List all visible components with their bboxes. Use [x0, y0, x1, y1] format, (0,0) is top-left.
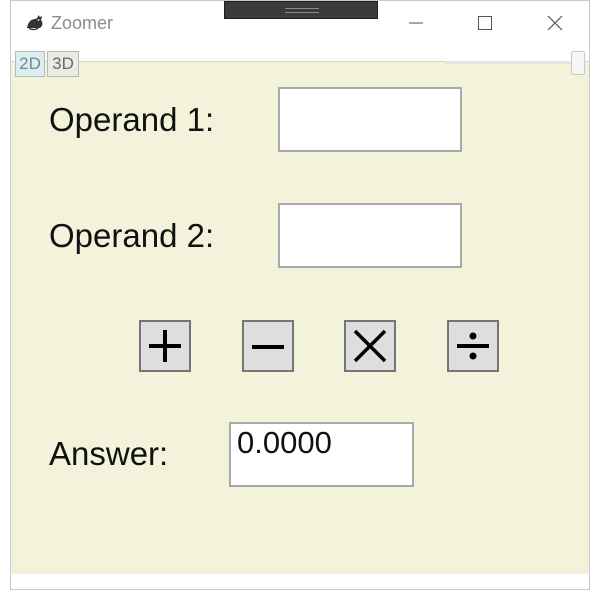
minimize-icon: [409, 22, 423, 24]
answer-label: Answer:: [49, 435, 169, 472]
title-bar[interactable]: Zoomer: [11, 1, 589, 45]
minus-icon: [252, 345, 284, 349]
operand2-input[interactable]: [278, 203, 462, 268]
tab-2d[interactable]: 2D: [15, 51, 45, 77]
multiply-icon: [353, 329, 387, 363]
tab-3d[interactable]: 3D: [47, 51, 79, 77]
maximize-button[interactable]: [470, 9, 500, 37]
operand1-input[interactable]: [278, 87, 462, 152]
add-button[interactable]: [139, 320, 191, 372]
operand2-label: Operand 2:: [49, 217, 215, 254]
drag-handle[interactable]: [224, 1, 378, 19]
minimize-button[interactable]: [401, 9, 431, 37]
close-button[interactable]: [540, 9, 570, 37]
app-window: Zoomer Operand 1: Operand 2: Answer: 0.0…: [10, 0, 590, 590]
divide-icon: [457, 332, 489, 360]
plus-icon: [149, 330, 181, 362]
multiply-button[interactable]: [344, 320, 396, 372]
window-title: Zoomer: [51, 13, 114, 33]
zoom-slider-track[interactable]: [445, 61, 577, 64]
operand1-label: Operand 1:: [49, 101, 215, 138]
subtract-button[interactable]: [242, 320, 294, 372]
grip-icon: [285, 8, 319, 13]
calculator-panel: Operand 1: Operand 2: Answer: 0.0000: [11, 61, 589, 575]
divide-button[interactable]: [447, 320, 499, 372]
close-icon: [547, 15, 563, 31]
maximize-icon: [478, 16, 492, 30]
fox-icon: [25, 12, 45, 32]
zoom-slider-thumb[interactable]: [571, 51, 585, 75]
answer-field[interactable]: [229, 422, 414, 487]
status-strip: [11, 574, 589, 589]
